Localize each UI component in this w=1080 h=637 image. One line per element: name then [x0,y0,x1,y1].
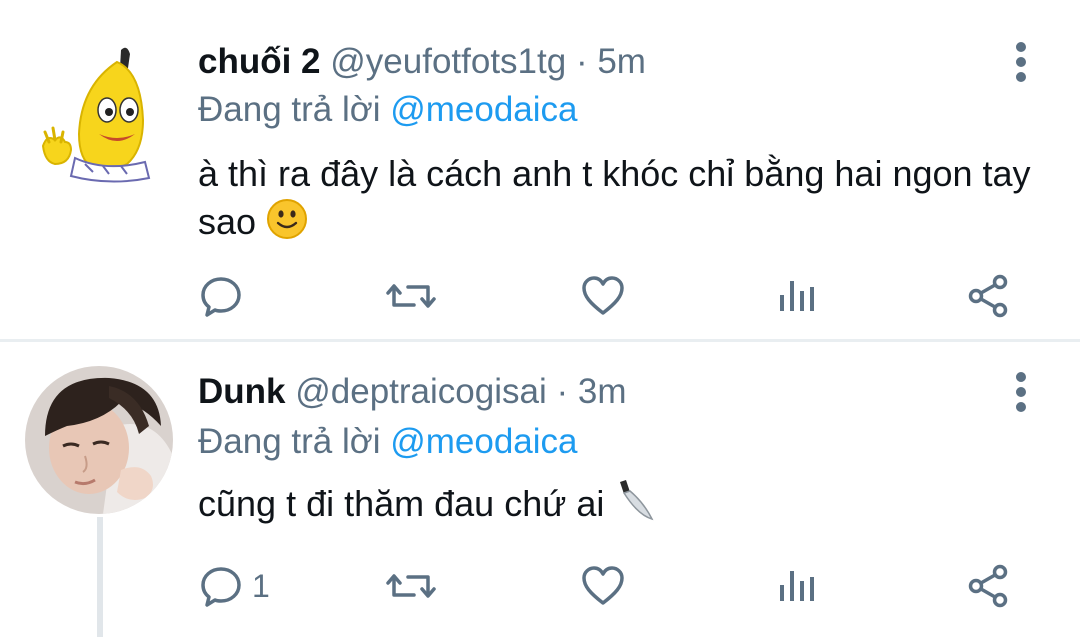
timestamp[interactable]: 5m [597,42,646,81]
more-options-button[interactable] [1006,370,1036,414]
more-options-button[interactable] [1006,40,1036,84]
tweet-text: cũng t đi thăm đau chứ ai [198,478,1048,534]
like-button[interactable] [580,266,626,326]
tweet[interactable]: Dunk @deptraicogisai · 3m Đang trả lời @… [0,342,1080,637]
tweet-actions [0,266,1080,326]
tweet-header: chuối 2 @yeufotfots1tg · 5m [198,42,646,82]
share-button[interactable] [966,266,1012,326]
analytics-icon [780,571,814,601]
retweet-button[interactable] [386,556,436,616]
like-button[interactable] [580,556,626,616]
banana-avatar-icon [41,47,151,183]
replying-to-label: Đang trả lời [198,422,381,461]
share-icon [968,274,1008,318]
retweet-icon [386,574,436,598]
kitchen-knife-emoji-icon [614,478,658,534]
more-vertical-icon [1016,42,1026,82]
smiling-face-emoji-icon [266,198,308,252]
heart-icon [582,276,624,315]
reply-button[interactable] [198,266,252,326]
reply-icon [201,567,241,607]
share-button[interactable] [966,556,1012,616]
person-avatar-icon [25,366,173,514]
share-icon [968,564,1008,608]
retweet-icon [386,284,436,308]
tweet-actions: 1 [0,556,1080,616]
replying-to: Đang trả lời @meodaica [198,422,578,462]
timestamp[interactable]: 3m [578,372,627,411]
separator-dot: · [575,42,588,81]
reply-count: 1 [252,567,270,604]
tweet-text-content: à thì ra đây là cách anh t khóc chỉ bằng… [198,153,1031,242]
replying-to-mention[interactable]: @meodaica [390,422,577,461]
user-handle[interactable]: @deptraicogisai [295,372,547,411]
display-name[interactable]: Dunk [198,372,286,411]
replying-to-mention[interactable]: @meodaica [390,90,577,129]
tweet-header: Dunk @deptraicogisai · 3m [198,372,626,412]
display-name[interactable]: chuối 2 [198,42,321,81]
replying-to: Đang trả lời @meodaica [198,90,578,130]
reply-button[interactable]: 1 [198,556,270,616]
analytics-button[interactable] [774,266,820,326]
tweet[interactable]: chuối 2 @yeufotfots1tg · 5m Đang trả lời… [0,0,1080,342]
avatar[interactable] [25,366,173,514]
separator-dot: · [556,372,569,411]
tweet-text-content: cũng t đi thăm đau chứ ai [198,483,605,524]
reply-icon [201,277,241,317]
replying-to-label: Đang trả lời [198,90,381,129]
more-vertical-icon [1016,372,1026,412]
retweet-button[interactable] [386,266,436,326]
analytics-icon [780,281,814,311]
heart-icon [582,566,624,605]
avatar[interactable] [25,38,173,186]
analytics-button[interactable] [774,556,820,616]
tweet-text: à thì ra đây là cách anh t khóc chỉ bằng… [198,150,1048,252]
user-handle[interactable]: @yeufotfots1tg [330,42,566,81]
